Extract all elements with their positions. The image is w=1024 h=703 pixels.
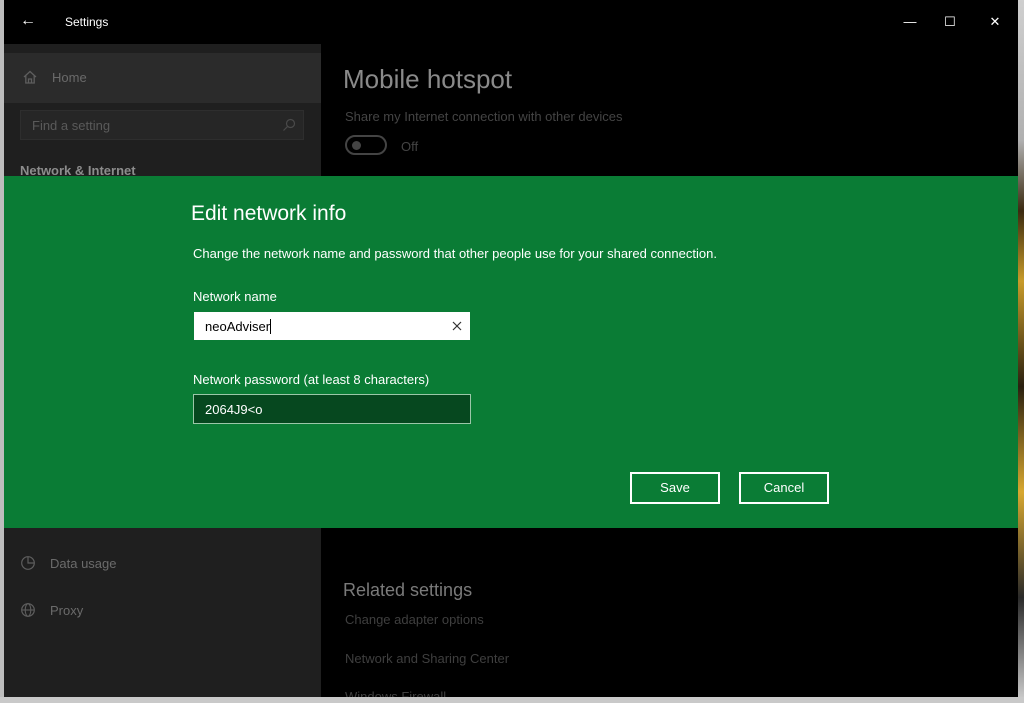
search-input[interactable]: Find a setting	[20, 110, 304, 140]
cancel-button[interactable]: Cancel	[739, 472, 829, 504]
network-password-label: Network password (at least 8 characters)	[193, 372, 430, 387]
page-title: Mobile hotspot	[343, 64, 513, 94]
network-password-field[interactable]: 2064J9<o	[193, 394, 471, 424]
search-placeholder: Find a setting	[32, 118, 111, 133]
network-name-label: Network name	[193, 289, 277, 304]
close-button[interactable]: ✕	[985, 12, 1005, 32]
windows-firewall-link[interactable]: Windows Firewall	[345, 689, 446, 697]
title-bar: ← Settings — ☐ ✕	[4, 0, 1018, 44]
change-adapter-options-link[interactable]: Change adapter options	[345, 612, 484, 627]
dialog-title: Edit network info	[191, 202, 347, 225]
globe-icon	[21, 603, 35, 617]
toggle-knob	[352, 141, 361, 150]
edit-network-dialog: Edit network info Change the network nam…	[4, 176, 1018, 528]
desktop-background-bottom	[0, 697, 1024, 703]
network-name-field[interactable]: neoAdviser	[194, 312, 470, 340]
sidebar-item-label: Home	[52, 70, 87, 85]
minimize-button[interactable]: —	[900, 12, 920, 32]
home-icon	[23, 70, 37, 84]
related-settings-title: Related settings	[343, 580, 473, 600]
window-title: Settings	[65, 15, 109, 29]
dialog-description: Change the network name and password tha…	[193, 246, 717, 261]
network-name-value: neoAdviser	[205, 319, 272, 334]
save-button[interactable]: Save	[630, 472, 720, 504]
back-button[interactable]: ←	[18, 10, 38, 32]
share-connection-label: Share my Internet connection with other …	[345, 109, 623, 124]
search-icon	[283, 118, 296, 131]
maximize-button[interactable]: ☐	[940, 12, 960, 32]
sidebar-item-home[interactable]: Home	[4, 53, 321, 103]
hotspot-toggle[interactable]	[345, 135, 387, 155]
network-password-value: 2064J9<o	[205, 402, 263, 417]
data-usage-icon	[21, 556, 35, 570]
desktop-background-edge	[1018, 0, 1024, 703]
toggle-state-label: Off	[401, 139, 419, 154]
sidebar-item-label: Proxy	[50, 603, 84, 618]
sidebar-item-label: Data usage	[50, 556, 117, 571]
clear-icon[interactable]	[450, 319, 464, 333]
sidebar-item-proxy[interactable]: Proxy	[4, 591, 321, 631]
network-sharing-center-link[interactable]: Network and Sharing Center	[345, 651, 509, 666]
sidebar-item-data-usage[interactable]: Data usage	[4, 544, 321, 584]
